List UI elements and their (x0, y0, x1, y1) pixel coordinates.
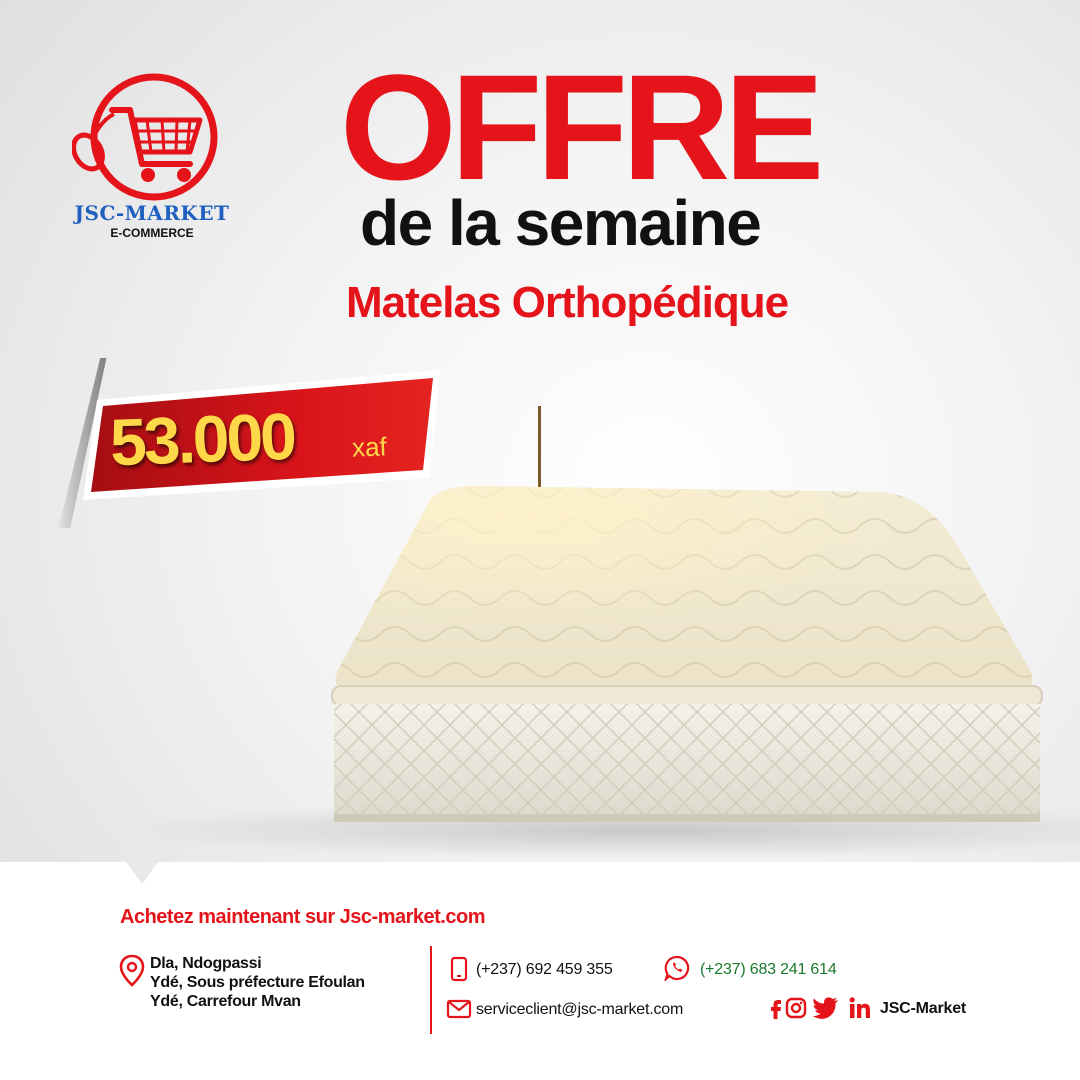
promo-poster: JSC-MARKET E-COMMERCE OFFRE de la semain… (0, 0, 1080, 1080)
headline-subtitle: de la semaine (360, 187, 762, 259)
cta-site-link[interactable]: Jsc-market.com (340, 906, 486, 928)
address-line: Ydé, Carrefour Mvan (150, 993, 301, 1010)
call-to-action[interactable]: Achetez maintenant sur Jsc-market.com (120, 906, 485, 929)
whatsapp-icon (664, 955, 690, 981)
mattress-image (331, 406, 1043, 822)
price-amount: 53.000 (108, 398, 296, 480)
linkedin-icon[interactable] (848, 996, 872, 1020)
address-line: Dla, Ndogpassi (150, 955, 262, 972)
brand-name: JSC-MARKET (74, 201, 230, 225)
shopping-cart-mouse-icon (72, 73, 218, 201)
address-block: Dla, Ndogpassi Ydé, Sous préfecture Efou… (150, 954, 365, 1011)
location-pin-icon (119, 954, 145, 987)
address-line: Ydé, Sous préfecture Efoulan (150, 974, 365, 991)
social-handle[interactable]: JSC-Market (880, 999, 966, 1019)
phone-icon (450, 956, 468, 982)
email-icon (446, 999, 472, 1019)
instagram-icon[interactable] (784, 996, 808, 1020)
email-address[interactable]: serviceclient@jsc-market.com (476, 1000, 683, 1020)
brand-logo[interactable]: JSC-MARKET E-COMMERCE (72, 72, 232, 242)
brand-tagline: E-COMMERCE (110, 226, 194, 240)
footer-notch (126, 862, 158, 884)
footer-divider (430, 946, 432, 1034)
whatsapp-number[interactable]: (+237) 683 241 614 (700, 960, 837, 980)
twitter-icon[interactable] (812, 996, 840, 1020)
headline-title: OFFRE (340, 43, 824, 211)
phone-number[interactable]: (+237) 692 459 355 (476, 960, 613, 980)
cta-text: Achetez maintenant sur (120, 906, 340, 928)
product-name: Matelas Orthopédique (346, 278, 789, 327)
